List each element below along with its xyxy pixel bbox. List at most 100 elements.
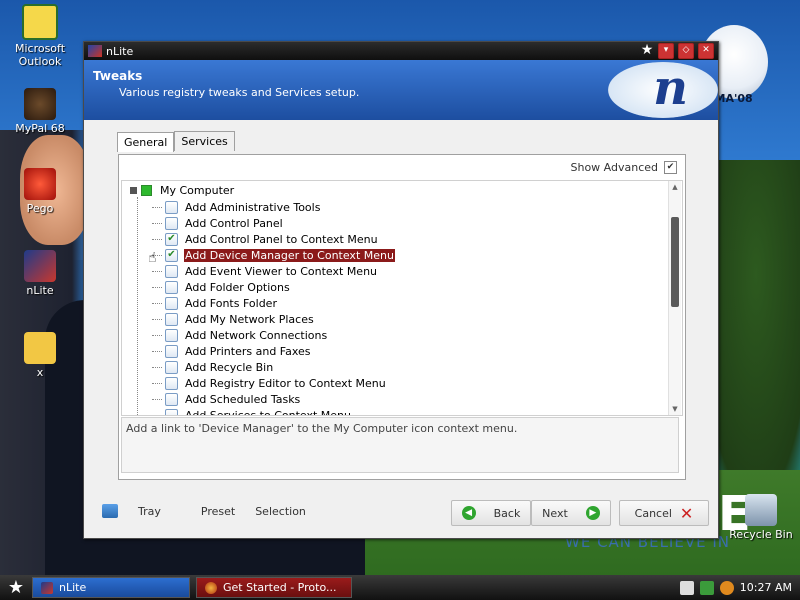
back-button[interactable]: ◀ Back	[451, 500, 531, 526]
tree-item[interactable]: Add My Network Places	[152, 311, 395, 327]
nlite-window: nLite ★ ▾ ◇ ✕ Tweaks Various registry tw…	[83, 41, 719, 539]
tree-connector	[152, 382, 162, 384]
desktop-icon-label: Pego	[26, 202, 54, 215]
footer-bar: Tray Preset Selection ◀ Back Next ▶ Canc…	[84, 490, 716, 536]
clock[interactable]: 10:27 AM	[740, 581, 792, 594]
tree-connector	[152, 398, 162, 400]
scroll-up-icon[interactable]: ▲	[671, 183, 679, 191]
tray-icon	[102, 504, 118, 518]
network-icon[interactable]	[699, 580, 714, 595]
tree-item[interactable]: Add Scheduled Tasks	[152, 391, 395, 407]
tree-connector	[152, 318, 162, 320]
tweak-checkbox[interactable]	[165, 216, 178, 230]
tree-item[interactable]: Add Printers and Faxes	[152, 343, 395, 359]
tree-connector	[152, 302, 162, 304]
selection-button[interactable]: Selection	[255, 504, 306, 518]
tree-connector	[152, 206, 162, 208]
next-button[interactable]: Next ▶	[531, 500, 611, 526]
tree-item[interactable]: Add Administrative Tools	[152, 199, 395, 215]
nlite-icon	[24, 250, 56, 282]
tweak-checkbox[interactable]	[165, 328, 178, 342]
tree-item[interactable]: Add Fonts Folder	[152, 295, 395, 311]
tweak-checkbox[interactable]	[165, 344, 178, 358]
tweak-checkbox[interactable]	[165, 376, 178, 390]
tweak-checkbox[interactable]: ✔	[165, 232, 178, 246]
tweak-label: Add My Network Places	[185, 312, 314, 326]
maximize-button[interactable]: ◇	[678, 43, 694, 59]
desktop-icon-pego[interactable]: Pego	[5, 168, 75, 215]
tweak-label: Add Printers and Faxes	[185, 344, 311, 358]
tree-item[interactable]: ✔ Add Control Panel to Context Menu	[152, 231, 395, 247]
page-subtitle: Various registry tweaks and Services set…	[119, 86, 360, 99]
tree-item[interactable]: ✔ Add Device Manager to Context Menu ☝	[148, 247, 396, 266]
tweak-label: Add Fonts Folder	[185, 296, 277, 310]
tree-item[interactable]: Add Network Connections	[152, 327, 395, 343]
tree-connector	[152, 286, 162, 288]
browser-icon	[205, 581, 217, 594]
tweak-checkbox[interactable]	[165, 296, 178, 310]
preset-button[interactable]: Preset	[201, 504, 235, 518]
tree-item[interactable]: Add Control Panel	[152, 215, 395, 231]
close-button[interactable]: ✕	[698, 43, 714, 59]
tweak-label: Add Network Connections	[185, 328, 328, 342]
desktop-icon-recycle-bin[interactable]: Recycle Bin	[726, 494, 796, 541]
desktop-icon-mypal[interactable]: MyPal 68	[5, 88, 75, 135]
tree-item[interactable]: Add Registry Editor to Context Menu	[152, 375, 395, 391]
desktop-icon-nlite[interactable]: nLite	[5, 250, 75, 297]
tree-item[interactable]: Add Event Viewer to Context Menu	[152, 263, 395, 279]
tree-connector	[152, 366, 162, 368]
scroll-down-icon[interactable]: ▼	[671, 405, 679, 413]
page-header: Tweaks Various registry tweaks and Servi…	[84, 60, 718, 120]
desktop-icon-label: nLite	[26, 284, 54, 297]
tweak-label: Add Folder Options	[185, 280, 290, 294]
folder-icon	[24, 332, 56, 364]
start-star-icon[interactable]: ★	[0, 577, 32, 598]
keyboard-icon[interactable]	[679, 580, 694, 595]
tweak-checkbox[interactable]	[165, 200, 178, 214]
back-label: Back	[493, 506, 521, 520]
tweak-checkbox[interactable]	[165, 408, 178, 415]
tweak-checkbox[interactable]	[165, 312, 178, 326]
show-advanced-toggle[interactable]: Show Advanced ✔	[570, 161, 677, 174]
desktop-icon-outlook[interactable]: Microsoft Outlook	[5, 4, 75, 68]
tree-connector	[152, 238, 162, 240]
scrollbar-thumb[interactable]	[671, 217, 679, 307]
tweak-label: Add Scheduled Tasks	[185, 392, 301, 406]
tweaks-panel: Show Advanced ✔ My Computer Add Administ…	[118, 154, 686, 480]
tree-root[interactable]: My Computer	[130, 184, 234, 197]
tab-services[interactable]: Services	[174, 131, 235, 151]
tree-connector	[152, 350, 162, 352]
tree-item[interactable]: Add Services to Context Menu	[152, 407, 395, 415]
tweaks-tree[interactable]: My Computer Add Administrative Tools Add …	[121, 180, 683, 416]
title-bar[interactable]: nLite ★ ▾ ◇ ✕	[84, 42, 718, 60]
tree-items: Add Administrative Tools Add Control Pane…	[148, 199, 396, 415]
tweak-checkbox[interactable]	[165, 264, 178, 278]
tweak-checkbox[interactable]	[165, 392, 178, 406]
root-checkbox[interactable]	[141, 185, 152, 196]
cancel-button[interactable]: Cancel ✕	[619, 500, 709, 526]
search-icon[interactable]	[719, 580, 734, 595]
desktop-icon-folder-x[interactable]: x	[5, 332, 75, 379]
taskbar-item-label: nLite	[59, 581, 87, 594]
tweak-checkbox[interactable]: ✔	[165, 248, 178, 262]
minimize-button[interactable]: ▾	[658, 43, 674, 59]
cancel-label: Cancel	[634, 506, 672, 520]
nlite-logo-glyph: n	[653, 60, 688, 116]
collapse-icon[interactable]	[130, 187, 137, 194]
tab-bar: General Services	[117, 131, 235, 152]
taskbar-item-nlite[interactable]: nLite	[32, 577, 190, 598]
pin-star-icon[interactable]: ★	[640, 43, 654, 58]
tree-item[interactable]: Add Recycle Bin	[152, 359, 395, 375]
tray-button[interactable]: Tray	[102, 504, 181, 518]
raccoon-icon	[24, 88, 56, 120]
tweak-checkbox[interactable]	[165, 360, 178, 374]
tree-scrollbar[interactable]: ▲ ▼	[668, 181, 681, 415]
show-advanced-checkbox[interactable]: ✔	[664, 161, 677, 174]
taskbar-item-browser[interactable]: Get Started - Proto...	[196, 577, 352, 598]
tree-root-label: My Computer	[160, 184, 235, 197]
tab-general[interactable]: General	[117, 132, 175, 152]
tweak-label: Add Administrative Tools	[185, 200, 321, 214]
tray-label: Tray	[138, 504, 161, 518]
tree-item[interactable]: Add Folder Options	[152, 279, 395, 295]
tweak-checkbox[interactable]	[165, 280, 178, 294]
